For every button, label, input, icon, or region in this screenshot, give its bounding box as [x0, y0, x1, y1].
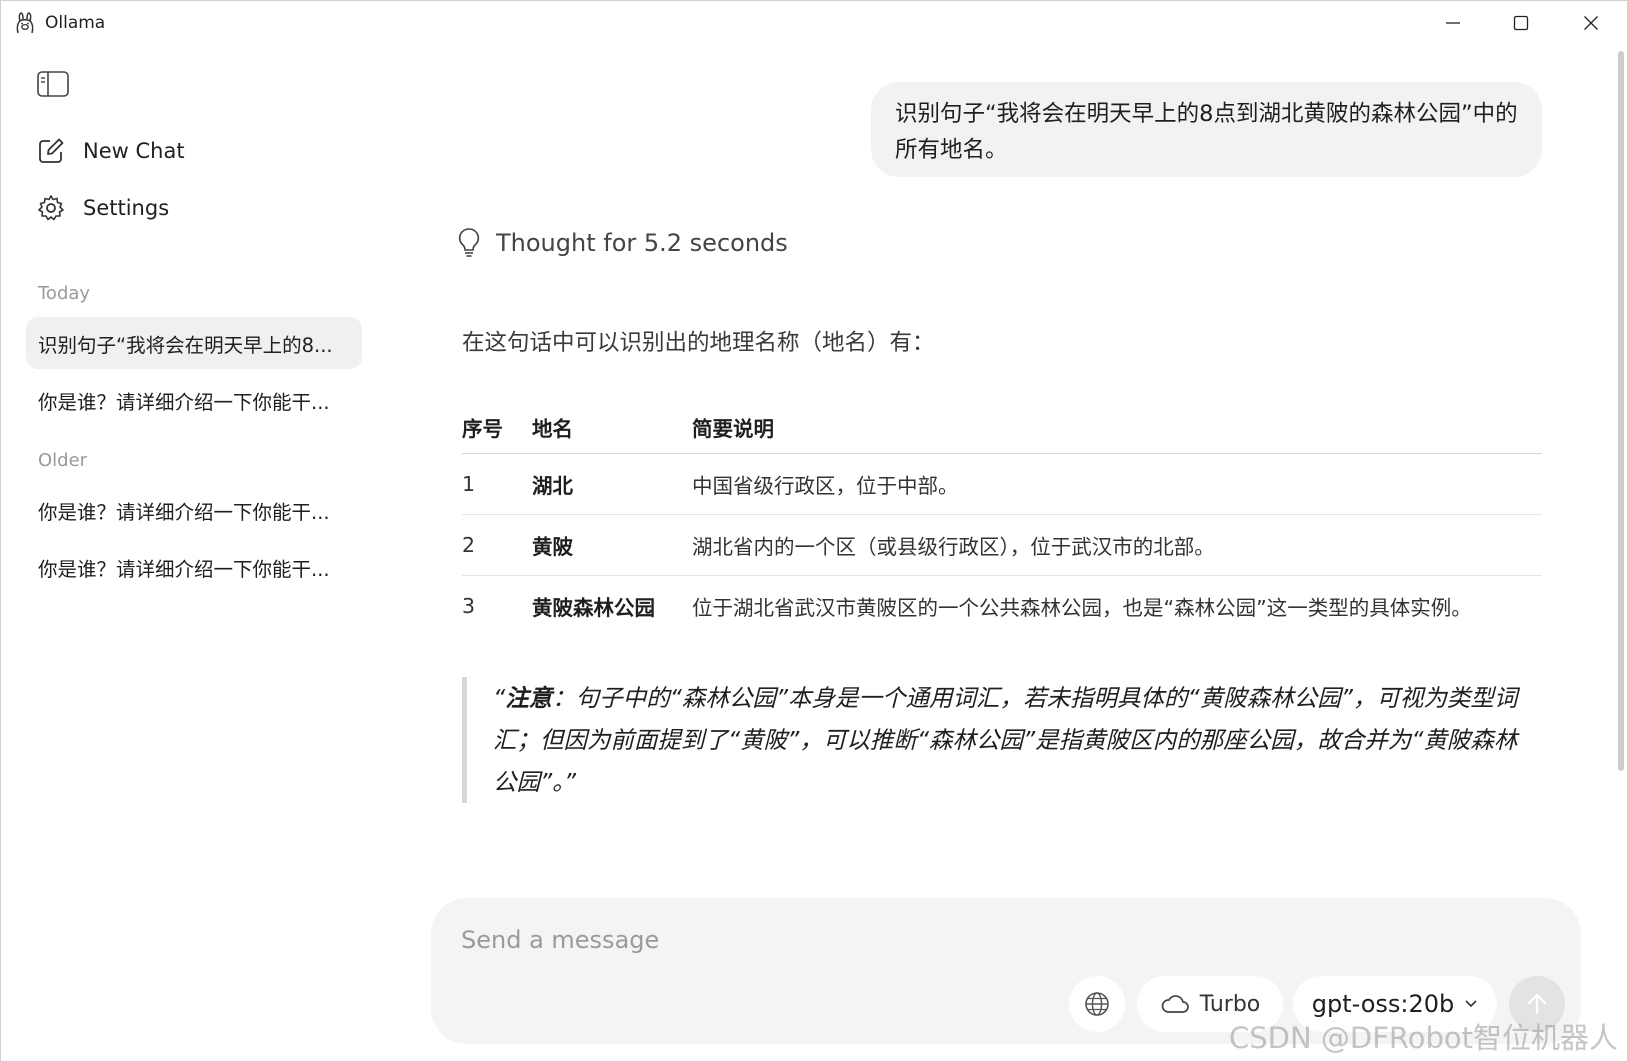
- watermark: CSDN @DFRobot智位机器人: [1229, 1021, 1619, 1055]
- note-open-quote: “: [493, 684, 506, 712]
- cloud-icon: [1161, 995, 1189, 1013]
- minimize-button[interactable]: [1419, 1, 1487, 45]
- web-search-button[interactable]: [1069, 976, 1125, 1032]
- ollama-logo-icon: [16, 12, 34, 34]
- turbo-label: Turbo: [1199, 991, 1261, 1017]
- new-chat-label: New Chat: [83, 139, 185, 163]
- chat-history-item[interactable]: 你是谁？请详细介绍一下你能干...: [26, 484, 362, 536]
- sidebar: New Chat Settings Today 识别句子“我将会在明天早上的8.…: [1, 45, 381, 1061]
- place-description: 中国省级行政区，位于中部。: [692, 453, 1542, 515]
- user-message-bubble: 识别句子“我将会在明天早上的8点到湖北黄陂的森林公园”中的所有地名。: [871, 82, 1542, 177]
- row-number: 3: [462, 593, 476, 618]
- settings-label: Settings: [83, 196, 170, 220]
- note-label: 注意: [505, 684, 553, 712]
- maximize-icon: [1513, 15, 1529, 31]
- minimize-icon: [1446, 22, 1460, 24]
- thought-toggle[interactable]: Thought for 5.2 seconds: [458, 227, 788, 259]
- place-name: 黄陂: [532, 514, 692, 576]
- sidebar-toggle-icon[interactable]: [37, 71, 69, 97]
- chat-history-item[interactable]: 识别句子“我将会在明天早上的8...: [26, 317, 362, 369]
- window-title: Ollama: [45, 13, 106, 33]
- chat-history-item[interactable]: 你是谁？请详细介绍一下你能干...: [26, 374, 362, 426]
- message-input[interactable]: [461, 920, 1541, 960]
- chat-history-item[interactable]: 你是谁？请详细介绍一下你能干...: [26, 541, 362, 593]
- row-number: 1: [462, 453, 532, 515]
- settings-button[interactable]: Settings: [37, 188, 169, 228]
- table-header-row: 序号 地名 简要说明: [462, 401, 1542, 454]
- thought-label: Thought for 5.2 seconds: [496, 229, 788, 257]
- table-row: 3 黄陂森林公园 位于湖北省武汉市黄陂区的一个公共森林公园，也是“森林公园”这一…: [462, 575, 1542, 636]
- row-number: 2: [462, 514, 532, 576]
- model-label: gpt-oss:20b: [1311, 990, 1455, 1018]
- place-name: 黄陂森林公园: [532, 595, 655, 620]
- note-text: ：句子中的“森林公园”本身是一个通用词汇，若未指明具体的“黄陂森林公园”，可视为…: [493, 684, 1518, 796]
- column-header: 简要说明: [692, 401, 1542, 454]
- answer-intro: 在这句话中可以识别出的地理名称（地名）有：: [462, 330, 935, 356]
- answer-table: 序号 地名 简要说明 1 湖北 中国省级行政区，位于中部。 2 黄陂 湖北省内的…: [462, 401, 1542, 636]
- app-window: Ollama New Chat Settings Today 识别句子“我将会在…: [0, 0, 1628, 1062]
- place-name: 湖北: [532, 453, 692, 515]
- section-label-older: Older: [38, 450, 88, 471]
- place-description: 位于湖北省武汉市黄陂区的一个公共森林公园，也是“森林公园”这一类型的具体实例。: [692, 595, 1472, 620]
- section-label-today: Today: [38, 283, 91, 304]
- column-header: 地名: [532, 401, 692, 454]
- chevron-down-icon: [1465, 1000, 1477, 1008]
- arrow-up-icon: [1527, 993, 1547, 1015]
- table-row: 1 湖北 中国省级行政区，位于中部。: [462, 453, 1542, 515]
- close-button[interactable]: [1557, 1, 1625, 45]
- lightbulb-icon: [458, 228, 480, 257]
- scrollbar[interactable]: [1618, 51, 1624, 771]
- globe-icon: [1085, 992, 1109, 1016]
- column-header: 序号: [462, 401, 532, 454]
- table-row: 2 黄陂 湖北省内的一个区（或县级行政区），位于武汉市的北部。: [462, 514, 1542, 576]
- note-blockquote: “注意：句子中的“森林公园”本身是一个通用词汇，若未指明具体的“黄陂森林公园”，…: [462, 677, 1527, 803]
- maximize-button[interactable]: [1487, 1, 1555, 45]
- place-description: 湖北省内的一个区（或县级行政区），位于武汉市的北部。: [692, 514, 1542, 576]
- new-chat-button[interactable]: New Chat: [37, 131, 185, 171]
- title-bar: Ollama: [1, 1, 1627, 45]
- gear-icon: [38, 195, 64, 221]
- compose-icon: [39, 138, 64, 163]
- close-icon: [1584, 16, 1598, 30]
